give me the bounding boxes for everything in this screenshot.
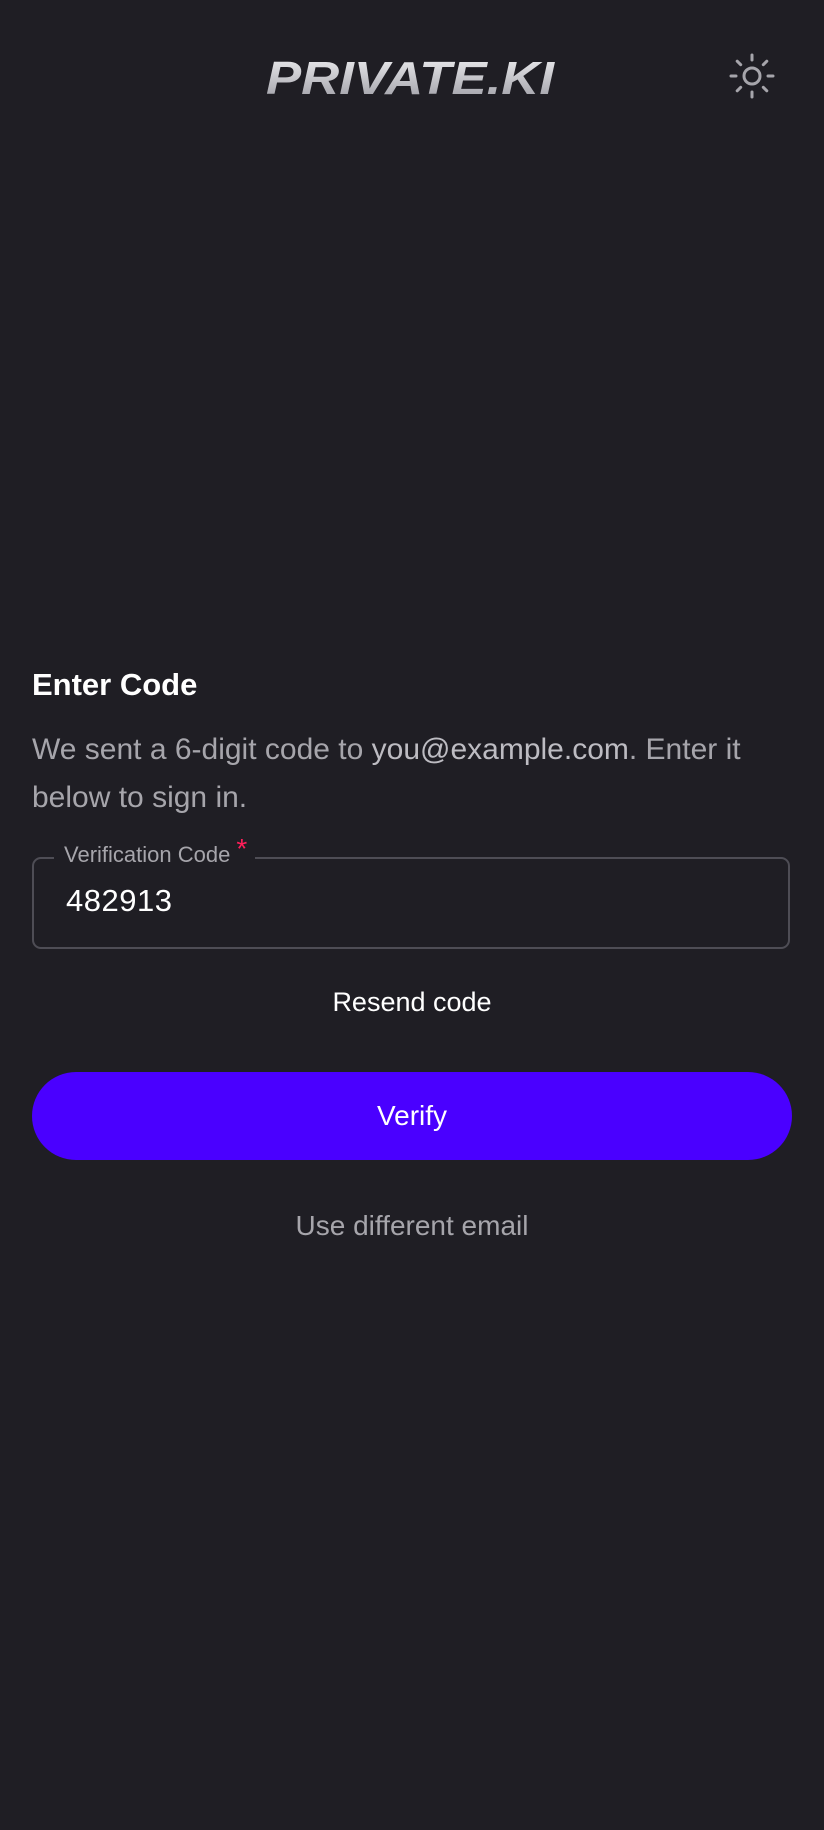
verify-button[interactable]: Verify	[32, 1072, 792, 1160]
instructions-text: We sent a 6-digit code to you@example.co…	[32, 726, 792, 822]
verification-code-input[interactable]	[66, 883, 746, 919]
resend-code-link[interactable]: Resend code	[32, 980, 792, 1024]
app-header: PRIVATE.KI	[0, 0, 824, 150]
theme-toggle-button[interactable]	[726, 50, 778, 102]
verification-code-label-text: Verification Code	[64, 842, 231, 867]
verification-code-label: Verification Code *	[54, 835, 256, 869]
use-different-email-link[interactable]: Use different email	[32, 1206, 792, 1246]
verification-code-field[interactable]: Verification Code *	[32, 835, 790, 949]
private-ki-logo: PRIVATE.KI	[266, 52, 555, 104]
sun-icon	[729, 53, 775, 99]
page-title: Enter Code	[32, 667, 198, 702]
instructions-prefix: We sent a 6-digit code to	[32, 733, 372, 766]
email-address: you@example.com	[371, 733, 629, 766]
logo-text: PRIVATE.KI	[266, 52, 555, 104]
required-marker: *	[236, 833, 248, 864]
